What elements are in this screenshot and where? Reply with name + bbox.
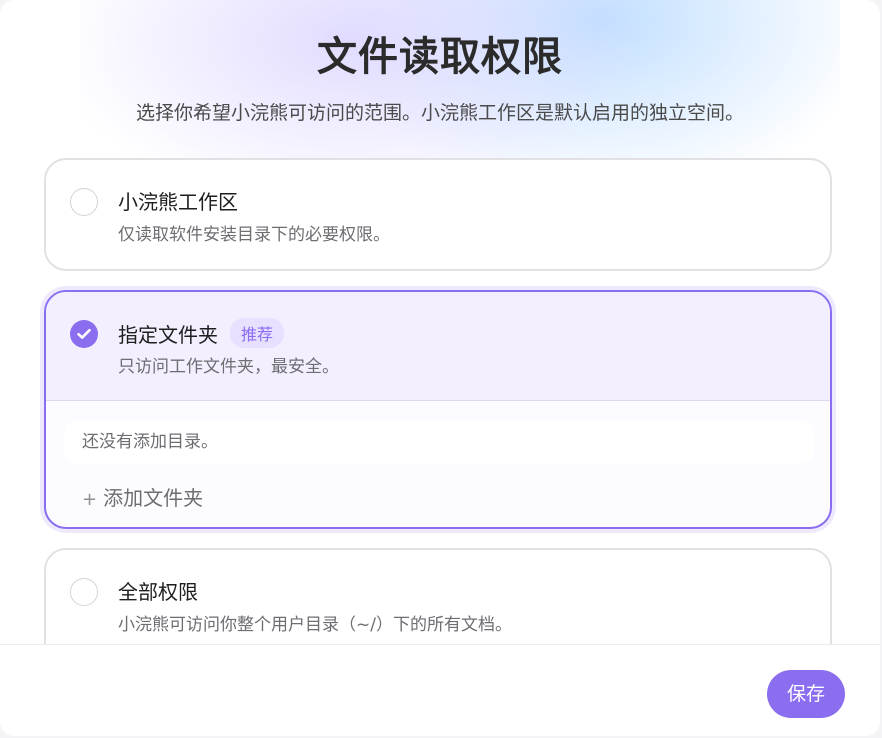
option-title-text: 指定文件夹 bbox=[118, 323, 218, 347]
checkmark-icon bbox=[77, 328, 91, 339]
dialog-footer: 保存 bbox=[0, 644, 880, 736]
save-button[interactable]: 保存 bbox=[767, 670, 845, 718]
option-card-full-access[interactable]: 全部权限 小浣熊可访问你整个用户目录（~/）下的所有文档。 bbox=[44, 548, 832, 644]
file-permission-dialog: 文件读取权限 选择你希望小浣熊可访问的范围。小浣熊工作区是默认启用的独立空间。 … bbox=[0, 0, 880, 736]
radio-checked-icon[interactable] bbox=[70, 320, 98, 348]
add-folder-button[interactable]: + 添加文件夹 bbox=[82, 482, 203, 511]
option-title: 小浣熊工作区 bbox=[118, 190, 238, 214]
option-description: 只访问工作文件夹，最安全。 bbox=[118, 357, 339, 377]
add-folder-label: 添加文件夹 bbox=[103, 486, 204, 510]
option-head: 小浣熊工作区 仅读取软件安装目录下的必要权限。 bbox=[46, 160, 830, 268]
empty-folder-list: 还没有添加目录。 bbox=[64, 420, 814, 464]
option-title: 全部权限 bbox=[118, 580, 198, 604]
option-description: 仅读取软件安装目录下的必要权限。 bbox=[118, 225, 390, 245]
recommended-badge: 推荐 bbox=[230, 318, 285, 348]
plus-icon: + bbox=[82, 489, 98, 510]
option-head: 全部权限 小浣熊可访问你整个用户目录（~/）下的所有文档。 bbox=[46, 550, 830, 644]
option-card-workspace[interactable]: 小浣熊工作区 仅读取软件安装目录下的必要权限。 bbox=[44, 158, 832, 271]
dialog-subtitle: 选择你希望小浣熊可访问的范围。小浣熊工作区是默认启用的独立空间。 bbox=[135, 102, 744, 124]
options-scroll-area[interactable]: 小浣熊工作区 仅读取软件安装目录下的必要权限。 指定文件夹 推荐 只访问工作文件夹… bbox=[0, 150, 880, 644]
radio-unchecked-icon[interactable] bbox=[70, 578, 98, 606]
option-description: 小浣熊可访问你整个用户目录（~/）下的所有文档。 bbox=[118, 615, 512, 635]
option-head: 指定文件夹 推荐 只访问工作文件夹，最安全。 bbox=[46, 292, 830, 401]
dialog-title: 文件读取权限 bbox=[317, 34, 563, 80]
radio-unchecked-icon[interactable] bbox=[70, 188, 98, 216]
option-card-specified-folder[interactable]: 指定文件夹 推荐 只访问工作文件夹，最安全。 还没有添加目录。 + 添加文件夹 bbox=[44, 290, 832, 529]
option-title: 指定文件夹 推荐 bbox=[118, 318, 285, 348]
